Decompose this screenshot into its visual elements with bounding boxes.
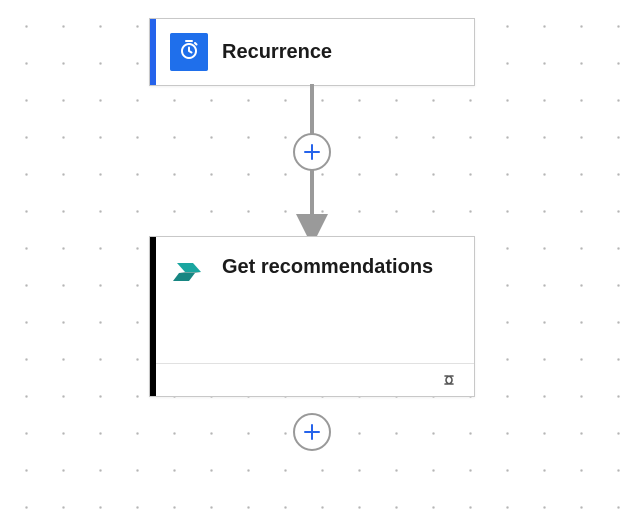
plus-icon — [302, 142, 322, 162]
power-automate-icon — [171, 254, 207, 295]
action-card-get-recommendations[interactable]: Get recommendations — [149, 236, 475, 397]
add-step-button[interactable] — [293, 133, 331, 171]
clock-icon — [177, 38, 201, 67]
card-accent — [150, 237, 156, 396]
add-step-button[interactable] — [293, 413, 331, 451]
card-title: Recurrence — [222, 40, 460, 64]
plus-icon — [302, 422, 322, 442]
recurrence-icon-tile — [170, 33, 208, 71]
connection-link-icon[interactable] — [438, 372, 460, 388]
card-accent — [150, 19, 156, 85]
power-automate-icon-tile — [170, 255, 208, 293]
trigger-card-recurrence[interactable]: Recurrence — [149, 18, 475, 86]
card-footer — [150, 363, 474, 396]
card-title: Get recommendations — [222, 255, 460, 279]
